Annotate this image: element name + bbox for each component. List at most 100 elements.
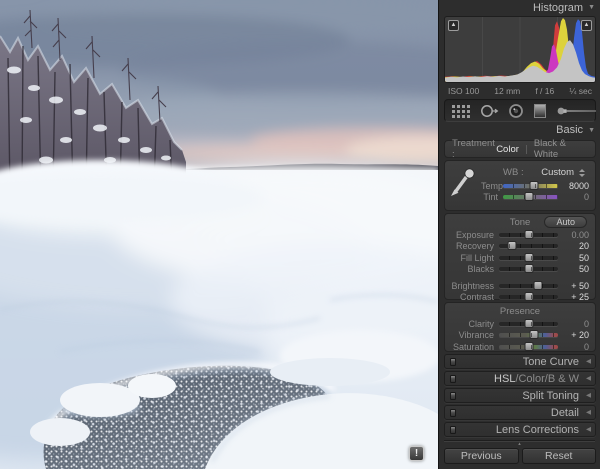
panel-enable-switch[interactable] [450,409,456,417]
reset-button[interactable]: Reset [522,448,597,464]
histogram-panel-header[interactable]: Histogram ▼ [439,0,600,15]
recovery-slider-thumb[interactable] [507,241,516,250]
fill-light-value[interactable]: 50 [558,253,589,263]
auto-tone-button[interactable]: Auto [544,216,587,228]
basic-panel-header[interactable]: Basic ▼ [439,122,600,138]
previous-button[interactable]: Previous [444,448,519,464]
bw-mode[interactable]: B & W [548,373,579,385]
collapse-arrow-icon: ◀ [586,426,591,433]
adjustment-brush-icon[interactable] [556,103,598,119]
detail-panel-header[interactable]: Detail ◀ [444,405,596,420]
exif-aperture: f / 16 [535,86,554,96]
histogram-graph [445,17,595,82]
contrast-slider-thumb[interactable] [524,292,533,301]
fill-light-slider-thumb[interactable] [524,253,533,262]
tint-slider[interactable] [503,195,558,199]
disclosure-triangle-icon: ▼ [588,4,595,11]
tint-slider-thumb[interactable] [525,192,534,201]
blacks-slider[interactable] [499,267,558,271]
tone-label: Tone [510,217,531,228]
temp-slider[interactable] [503,184,558,188]
red-eye-icon[interactable] [508,103,524,119]
blacks-value[interactable]: 50 [558,264,589,274]
clarity-value[interactable]: 0 [558,319,589,329]
wb-preset-select[interactable]: Custom [541,167,574,178]
tool-strip [444,99,596,122]
footer-buttons: Previous Reset [444,448,596,464]
slider-vibrance: Vibrance + 20 [451,330,589,342]
presence-label: Presence [500,306,540,317]
slider-exposure: Exposure 0.00 [451,229,589,241]
crop-overlay-icon[interactable] [452,104,471,118]
collapse-arrow-icon: ◀ [586,358,591,365]
tone-curve-panel-header[interactable]: Tone Curve ◀ [444,354,596,369]
split-toning-title: Split Toning [522,390,579,402]
vibrance-slider[interactable] [499,333,558,337]
clarity-slider[interactable] [499,322,558,326]
tone-section: Tone Auto Exposure 0.00 Recovery 20 Fill… [444,213,596,300]
saturation-label: Saturation [451,342,499,352]
fill-light-label: Fill Light [451,253,499,263]
treatment-bw-option[interactable]: Black & White [534,138,588,160]
exposure-slider-thumb[interactable] [524,230,533,239]
blacks-label: Blacks [451,264,499,274]
highlight-clipping-indicator[interactable]: ▲ [581,20,592,31]
panel-enable-switch[interactable] [450,358,456,366]
panel-enable-switch[interactable] [450,375,456,383]
graduated-filter-icon[interactable] [533,103,547,119]
panel-enable-switch[interactable] [450,426,456,434]
white-balance-section: WB : Custom Temp 8000 Tint 0 [444,160,596,211]
saturation-slider-thumb[interactable] [524,342,533,351]
histogram[interactable]: ▲ ▲ [444,16,596,83]
photo-canvas[interactable]: ! [0,0,438,469]
hsl-panel-header[interactable]: HSL / Color / B & W ◀ [444,371,596,386]
wb-select-arrows-icon[interactable] [579,169,585,177]
spot-removal-icon[interactable] [480,103,499,119]
vibrance-value[interactable]: + 20 [558,330,589,340]
vibrance-label: Vibrance [451,330,499,340]
slider-brightness: Brightness + 50 [451,280,589,292]
brightness-slider[interactable] [499,284,558,288]
collapse-arrow-icon: ◀ [586,375,591,382]
recovery-slider[interactable] [499,244,558,248]
slider-clarity: Clarity 0 [451,318,589,330]
metadata-status-badge[interactable]: ! [409,446,424,461]
collapse-arrow-icon: ◀ [586,409,591,416]
wb-eyedropper-icon[interactable] [450,166,478,201]
hsl-mode[interactable]: HSL [494,373,515,385]
detail-title: Detail [551,407,579,419]
temp-label: Temp [481,181,503,191]
contrast-slider[interactable] [499,295,558,299]
lens-corrections-panel-header[interactable]: Lens Corrections ◀ [444,422,596,437]
temp-value[interactable]: 8000 [558,181,589,191]
split-toning-panel-header[interactable]: Split Toning ◀ [444,388,596,403]
saturation-value[interactable]: 0 [558,342,589,352]
shadow-clipping-indicator[interactable]: ▲ [448,20,459,31]
winter-landscape-photo [0,0,438,469]
vibrance-slider-thumb[interactable] [530,330,539,339]
basic-title: Basic [556,124,583,136]
contrast-label: Contrast [451,292,499,302]
treatment-label: Treatment : [452,138,496,160]
color-mode[interactable]: Color [518,373,544,385]
blacks-slider-thumb[interactable] [524,264,533,273]
exposure-value[interactable]: 0.00 [558,230,589,240]
histogram-title: Histogram [533,2,583,14]
fill-light-slider[interactable] [499,256,558,260]
temp-slider-thumb[interactable] [530,181,539,190]
exposure-slider[interactable] [499,233,558,237]
brightness-slider-thumb[interactable] [533,281,542,290]
brightness-value[interactable]: + 50 [558,281,589,291]
panel-enable-switch[interactable] [450,392,456,400]
tint-value[interactable]: 0 [558,192,589,202]
exif-focal-length: 12 mm [494,86,520,96]
treatment-color-option[interactable]: Color [496,144,519,155]
develop-right-panel: Histogram ▼ ▲ ▲ ISO 100 12 mm f / 16 ¼ s [438,0,600,469]
recovery-value[interactable]: 20 [558,241,589,251]
saturation-slider[interactable] [499,345,558,349]
contrast-value[interactable]: + 25 [558,292,589,302]
recovery-label: Recovery [451,241,499,251]
slider-blacks: Blacks 50 [451,264,589,276]
exif-iso: ISO 100 [448,86,479,96]
clarity-slider-thumb[interactable] [524,319,533,328]
